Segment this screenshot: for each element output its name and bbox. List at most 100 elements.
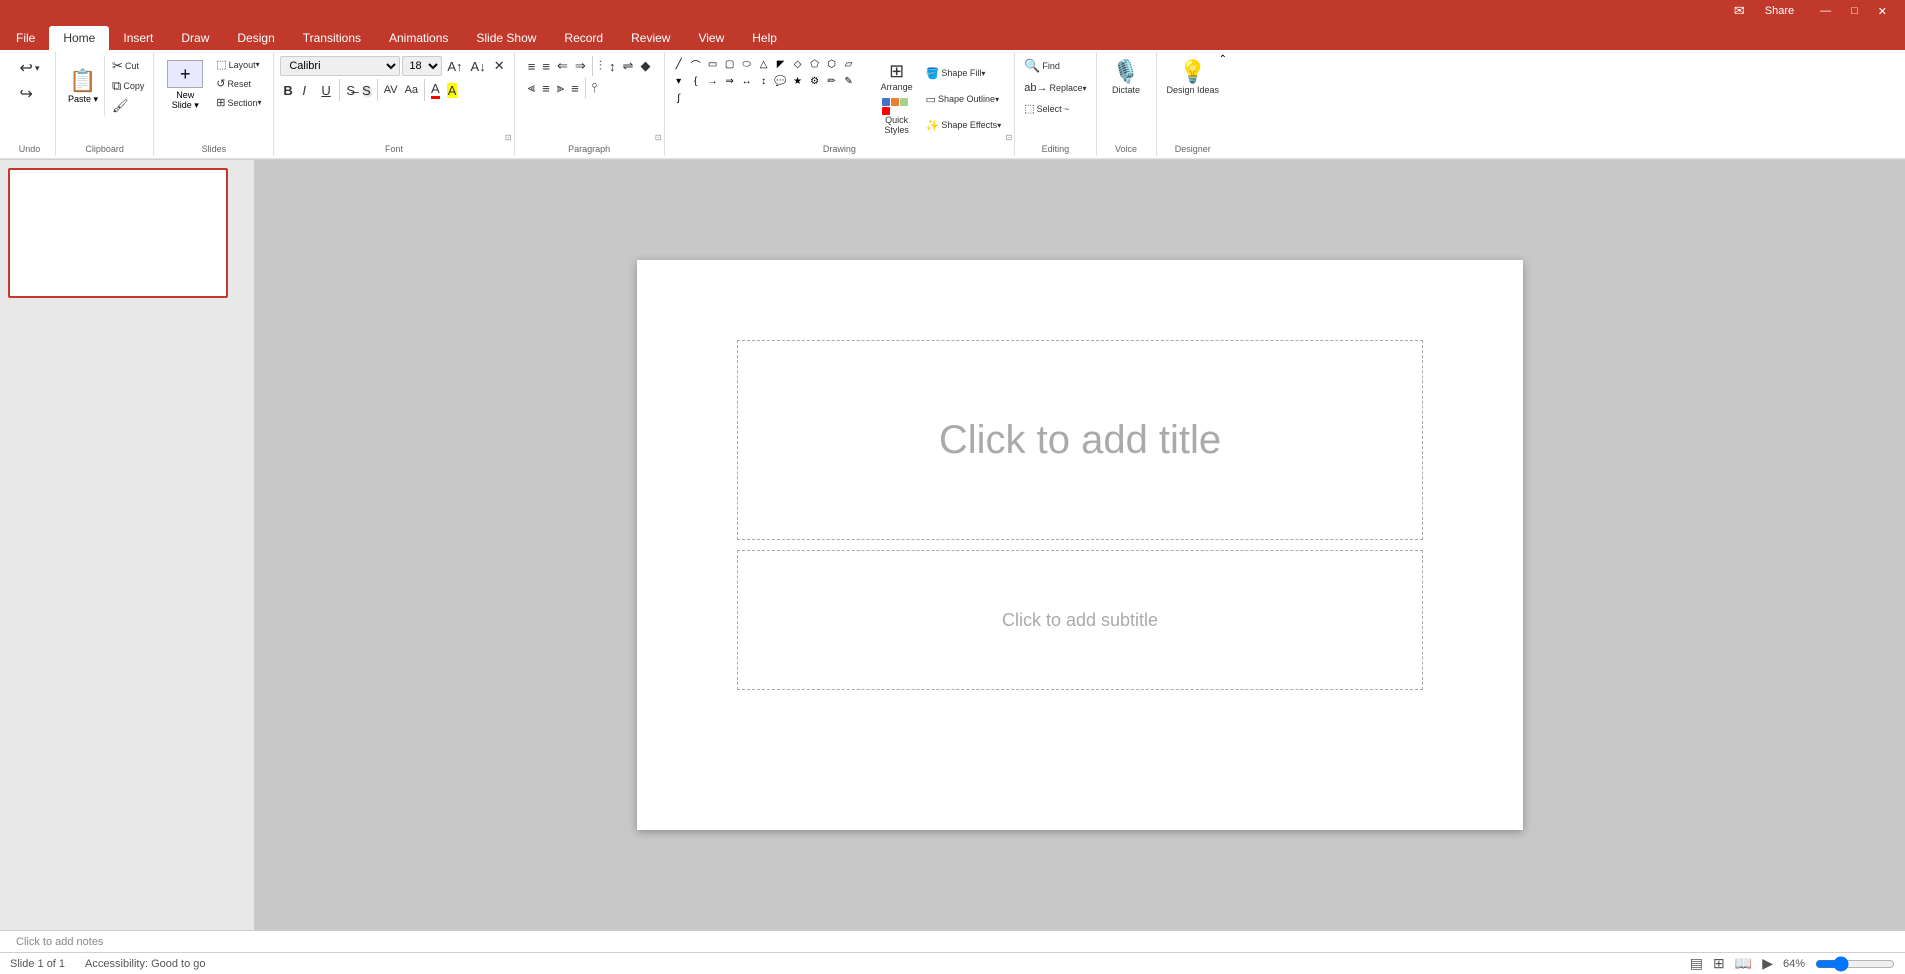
view-slidesorter-button[interactable]: ⊞	[1713, 955, 1725, 972]
canvas-area[interactable]: Click to add title Click to add subtitle	[255, 160, 1905, 930]
design-ideas-button[interactable]: 💡 Design Ideas	[1163, 56, 1224, 98]
font-color-button[interactable]: A	[428, 79, 443, 101]
increase-indent-button[interactable]: ⇒	[572, 56, 589, 76]
tab-home[interactable]: Home	[49, 26, 109, 50]
view-reading-button[interactable]: 📖	[1735, 955, 1752, 972]
shape-effects-button[interactable]: ✨ Shape Effects ▾	[923, 117, 1005, 134]
tab-review[interactable]: Review	[617, 26, 684, 50]
notes-bar[interactable]: Click to add notes	[0, 930, 1905, 952]
up-down-arrow[interactable]: ↕	[756, 73, 772, 89]
hexagon-shape[interactable]: ⬡	[824, 56, 840, 72]
subtitle-placeholder[interactable]: Click to add subtitle	[737, 550, 1423, 690]
underline-button[interactable]: U	[318, 81, 336, 100]
reset-button[interactable]: ↺ Reset	[213, 75, 264, 92]
star-shape[interactable]: ★	[790, 73, 806, 89]
copy-button[interactable]: ⧉ Copy	[109, 76, 147, 96]
undo-button[interactable]: ↩ ▾	[17, 56, 43, 80]
find-button[interactable]: 🔍 Find	[1021, 56, 1089, 76]
parallelogram-shape[interactable]: ▱	[841, 56, 857, 72]
drawing-group-expand-icon[interactable]: ⊡	[1006, 133, 1013, 142]
align-left-button[interactable]: ⫷	[525, 78, 538, 98]
bullets-button[interactable]: ≡	[525, 57, 539, 76]
decrease-indent-button[interactable]: ⇐	[554, 56, 571, 76]
line-shape[interactable]: ╱	[671, 56, 687, 72]
font-size-dropdown[interactable]: 18	[402, 56, 442, 76]
slide-thumbnail-1[interactable]	[8, 168, 228, 298]
columns-button[interactable]: ⫶	[596, 56, 605, 76]
direction-button[interactable]: ⇌	[620, 56, 637, 76]
pencil-shape[interactable]: ✎	[841, 73, 857, 89]
vertical-align-button[interactable]: ⫯	[589, 78, 601, 98]
pentagon-shape[interactable]: ⬠	[807, 56, 823, 72]
line-spacing-button[interactable]: ↕	[606, 57, 619, 76]
tab-animations[interactable]: Animations	[375, 26, 462, 50]
layout-button[interactable]: ⬚ Layout ▾	[213, 56, 264, 73]
tab-draw[interactable]: Draw	[167, 26, 223, 50]
change-case-button[interactable]: Aa	[402, 82, 421, 98]
brace-shape[interactable]: {	[688, 73, 704, 89]
clear-formatting-button[interactable]: ✕	[491, 56, 508, 76]
tab-slideshow[interactable]: Slide Show	[462, 26, 550, 50]
gear-shape[interactable]: ⚙	[807, 73, 823, 89]
view-normal-button[interactable]: ▤	[1690, 955, 1703, 972]
align-right-button[interactable]: ⫸	[554, 78, 567, 98]
close-button[interactable]: ✕	[1872, 5, 1893, 18]
block-arrow-shape[interactable]: ⇒	[722, 73, 738, 89]
diamond-shape[interactable]: ◇	[790, 56, 806, 72]
maximize-button[interactable]: □	[1845, 5, 1864, 17]
zoom-slider[interactable]	[1815, 958, 1895, 970]
bold-button[interactable]: B	[280, 81, 298, 100]
arrow-shape[interactable]: →	[705, 73, 721, 89]
freeform-shape[interactable]: ✏	[824, 73, 840, 89]
italic-button[interactable]: I	[299, 81, 317, 100]
dictate-button[interactable]: 🎙️ Dictate	[1108, 56, 1144, 98]
convert-smartart-button[interactable]: ◆	[637, 56, 653, 76]
char-spacing-button[interactable]: AV	[381, 82, 401, 98]
minimize-button[interactable]: —	[1814, 5, 1837, 17]
share-button[interactable]: Share	[1753, 2, 1806, 20]
replace-button[interactable]: ab→ Replace ▾	[1021, 80, 1089, 96]
decrease-font-size-button[interactable]: A↓	[468, 57, 489, 76]
triangle-shape[interactable]: △	[756, 56, 772, 72]
quick-styles-button[interactable]: QuickStyles	[875, 95, 919, 138]
shape-outline-button[interactable]: ▭ Shape Outline ▾	[923, 91, 1005, 108]
tab-help[interactable]: Help	[738, 26, 791, 50]
numbering-button[interactable]: ≡	[539, 57, 553, 76]
new-slide-button[interactable]: + NewSlide ▾	[163, 56, 207, 115]
cut-button[interactable]: ✂ Cut	[109, 56, 147, 76]
rect-shape[interactable]: ▭	[705, 56, 721, 72]
callout-shape[interactable]: 💬	[773, 73, 789, 89]
tab-insert[interactable]: Insert	[109, 26, 167, 50]
oval-shape[interactable]: ⬭	[739, 56, 755, 72]
left-right-arrow[interactable]: ↔	[739, 73, 755, 89]
slideshow-button[interactable]: ▶	[1762, 955, 1773, 972]
ribbon-collapse-button[interactable]: ⌃	[1219, 54, 1227, 65]
connector-shape[interactable]: ⌒	[688, 56, 704, 72]
tab-transitions[interactable]: Transitions	[289, 26, 375, 50]
justify-button[interactable]: ≡	[568, 79, 582, 98]
paragraph-group-expand-icon[interactable]: ⊡	[655, 133, 662, 142]
increase-font-size-button[interactable]: A↑	[444, 57, 465, 76]
title-placeholder[interactable]: Click to add title	[737, 340, 1423, 540]
arrange-button[interactable]: ⊞ Arrange	[875, 58, 919, 95]
strikethrough-button[interactable]: S̶	[343, 81, 358, 100]
more-shapes-btn[interactable]: ▾	[671, 73, 687, 89]
tab-view[interactable]: View	[684, 26, 738, 50]
rtriangle-shape[interactable]: ◤	[773, 56, 789, 72]
format-painter-button[interactable]: 🖌	[109, 96, 147, 116]
select-button[interactable]: ⬚ Select ~	[1021, 100, 1089, 117]
curve-shape[interactable]: ∫	[671, 90, 687, 106]
font-group-expand-icon[interactable]: ⊡	[505, 133, 512, 142]
align-center-button[interactable]: ≡	[539, 79, 553, 98]
tab-file[interactable]: File	[2, 26, 49, 50]
shape-fill-button[interactable]: 🪣 Shape Fill ▾	[923, 65, 1005, 82]
redo-button[interactable]: ↪	[17, 82, 36, 106]
section-button[interactable]: ⊞ Section ▾	[213, 94, 264, 111]
tab-record[interactable]: Record	[550, 26, 617, 50]
paste-button[interactable]: 📋 Paste ▾	[62, 56, 105, 116]
font-family-dropdown[interactable]: Calibri	[280, 56, 400, 76]
shadow-button[interactable]: S	[359, 81, 374, 100]
text-highlight-button[interactable]: A	[444, 81, 461, 100]
rounded-rect-shape[interactable]: ▢	[722, 56, 738, 72]
tab-design[interactable]: Design	[223, 26, 288, 50]
